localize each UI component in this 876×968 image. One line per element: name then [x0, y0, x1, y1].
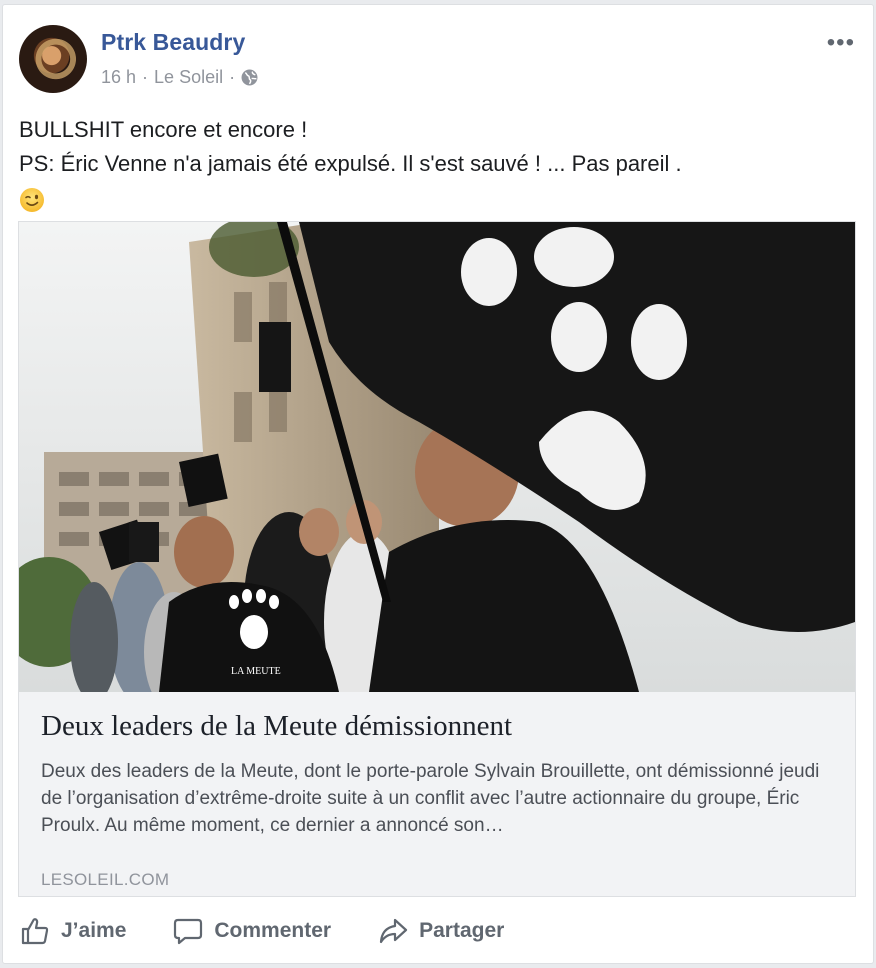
post-source[interactable]: Le Soleil — [154, 67, 223, 88]
comment-label: Commenter — [214, 919, 332, 942]
link-preview[interactable]: LA MEUTE Deux leaders de la Meute démiss… — [18, 221, 856, 897]
post-header: Ptrk Beaudry 16 h · Le Soleil · ••• — [19, 25, 857, 101]
post-text-line: BULLSHIT encore et encore ! — [19, 117, 308, 142]
post-text-line: PS: Éric Venne n'a jamais été expulsé. I… — [19, 151, 682, 176]
post-actions: J’aime Commenter Partager — [19, 911, 857, 951]
shirt-text: LA MEUTE — [231, 666, 281, 677]
link-domain: LESOLEIL.COM — [41, 870, 170, 889]
meta-separator: · — [229, 67, 236, 87]
link-description: Deux des leaders de la Meute, dont le po… — [41, 761, 820, 836]
link-preview-body[interactable]: Deux leaders de la Meute démissionnent D… — [19, 692, 855, 896]
link-preview-image[interactable]: LA MEUTE — [19, 222, 855, 692]
avatar[interactable] — [19, 25, 87, 93]
author-name[interactable]: Ptrk Beaudry — [101, 29, 245, 56]
comment-button[interactable]: Commenter — [172, 915, 331, 947]
post-card: Ptrk Beaudry 16 h · Le Soleil · ••• BULL… — [2, 4, 874, 964]
share-icon — [379, 918, 408, 944]
share-button[interactable]: Partager — [377, 915, 504, 947]
post-text: BULLSHIT encore et encore ! PS: Éric Ven… — [19, 113, 849, 223]
share-label: Partager — [419, 919, 505, 942]
link-title[interactable]: Deux leaders de la Meute démissionnent — [41, 710, 512, 743]
more-options-icon[interactable]: ••• — [827, 31, 855, 55]
wink-emoji-icon — [20, 188, 44, 212]
post-meta: 16 h · Le Soleil · — [101, 67, 258, 88]
thumbs-up-icon — [21, 918, 49, 945]
protest-photo: LA MEUTE — [19, 222, 855, 692]
meta-separator: · — [142, 67, 149, 87]
like-button[interactable]: J’aime — [19, 915, 126, 947]
like-label: J’aime — [61, 919, 127, 942]
post-time[interactable]: 16 h — [101, 67, 136, 88]
globe-icon[interactable] — [241, 69, 258, 86]
comment-icon — [174, 918, 203, 945]
